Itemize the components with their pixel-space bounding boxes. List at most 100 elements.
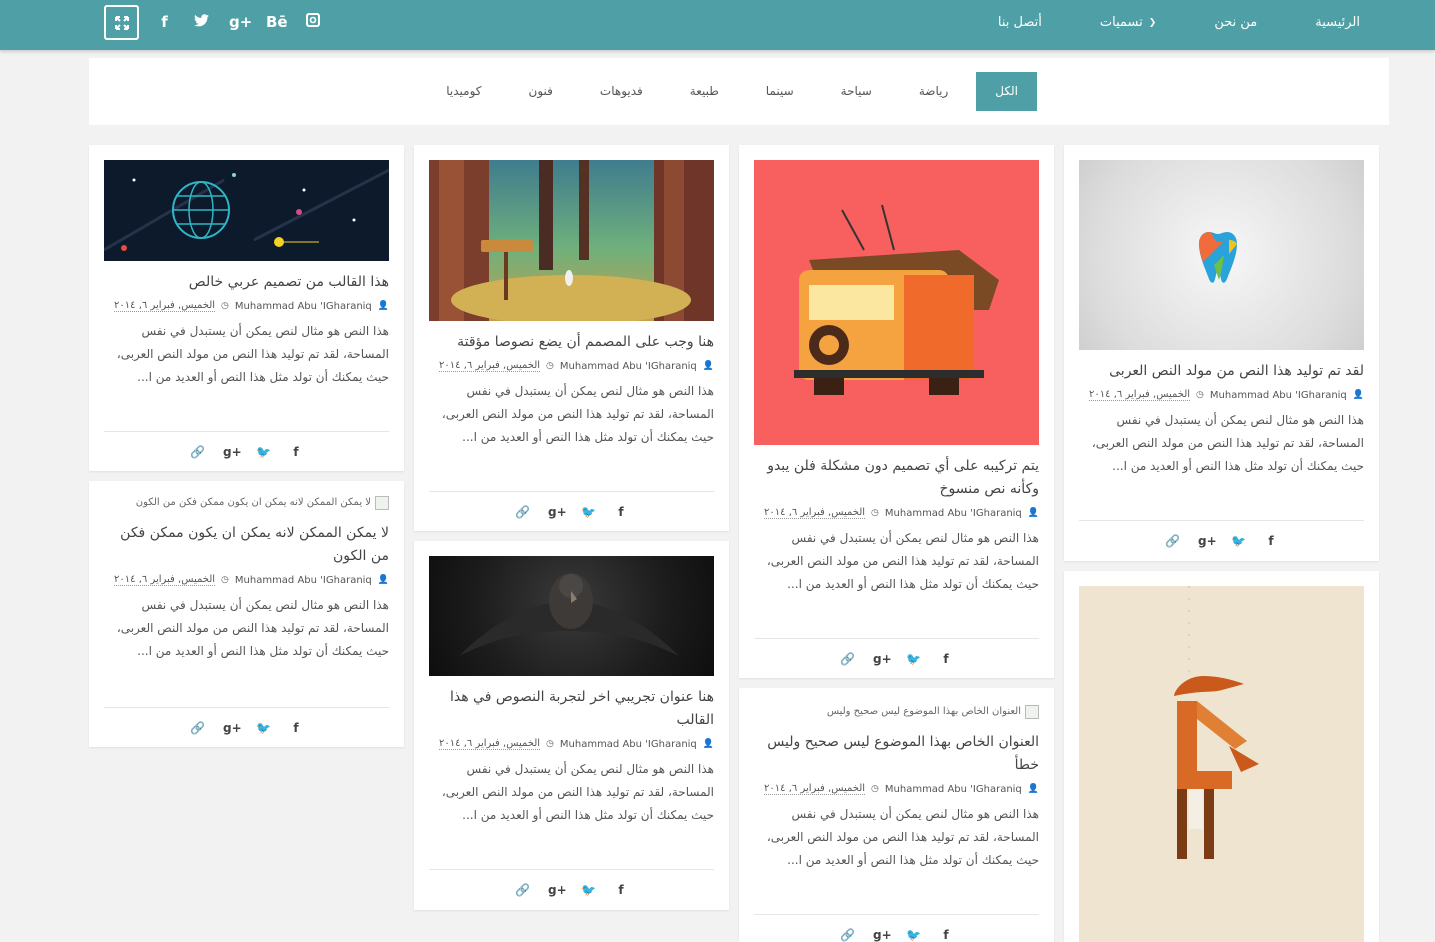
link-icon[interactable]: 🔗 — [515, 505, 530, 519]
facebook-icon[interactable]: f — [155, 12, 174, 32]
post-title[interactable]: العنوان الخاص بهذا الموضوع ليس صحيح وليس… — [754, 731, 1039, 777]
social-links: f g+ Bē — [155, 12, 322, 32]
clock-icon: ◷ — [1196, 390, 1204, 400]
nav-about[interactable]: من نحن — [1214, 15, 1257, 30]
twitter-icon[interactable]: 🐦 — [1231, 534, 1246, 548]
post-author[interactable]: Muhammad Abu 'IGharaniq — [235, 301, 372, 312]
post-author[interactable]: Muhammad Abu 'IGharaniq — [885, 784, 1022, 795]
twitter-icon[interactable]: 🐦 — [256, 445, 271, 459]
google-plus-icon[interactable]: g+ — [548, 505, 567, 519]
post-card: هذا القالب من تصميم عربي خالص 👤 Muhammad… — [89, 145, 404, 471]
image-alt-text: لا يمكن الممكن لانه يمكن ان يكون ممكن فك… — [135, 497, 371, 508]
twitter-icon[interactable]: 🐦 — [906, 928, 921, 942]
link-icon[interactable]: 🔗 — [1165, 534, 1180, 548]
clock-icon: ◷ — [546, 739, 554, 749]
nav-contact[interactable]: أتصل بنا — [998, 15, 1042, 30]
broken-image[interactable]: العنوان الخاص بهذا الموضوع ليس صحيح وليس — [754, 705, 1039, 719]
post-excerpt: هذا النص هو مثال لنص يمكن أن يستبدل في ن… — [766, 531, 1039, 591]
link-icon[interactable]: 🔗 — [190, 721, 205, 735]
post-excerpt: هذا النص هو مثال لنص يمكن أن يستبدل في ن… — [766, 807, 1039, 867]
filter-videos[interactable]: فديوهات — [581, 72, 662, 111]
post-thumbnail[interactable] — [429, 556, 714, 676]
google-plus-icon[interactable]: g+ — [873, 928, 892, 942]
clock-icon: ◷ — [221, 575, 229, 585]
top-navbar: f g+ Bē الرئيسية من نحن تسميات ❯ أتصل بنا — [0, 0, 1435, 50]
post-date: الخميس, فبراير ٦, ٢٠١٤ — [114, 574, 216, 586]
google-plus-icon[interactable]: g+ — [223, 721, 242, 735]
instagram-icon[interactable] — [303, 12, 322, 32]
post-author[interactable]: Muhammad Abu 'IGharaniq — [560, 739, 697, 750]
twitter-icon[interactable]: 🐦 — [256, 721, 271, 735]
filter-cinema[interactable]: سينما — [747, 72, 813, 111]
clock-icon: ◷ — [871, 508, 879, 518]
post-card: العنوان الخاص بهذا الموضوع ليس صحيح وليس… — [739, 688, 1054, 942]
post-thumbnail[interactable] — [1079, 160, 1364, 350]
facebook-icon[interactable]: f — [614, 505, 628, 519]
twitter-icon[interactable]: 🐦 — [581, 505, 596, 519]
filter-arts[interactable]: فنون — [510, 72, 572, 111]
facebook-icon[interactable]: f — [289, 445, 303, 459]
post-title[interactable]: هنا عنوان تجريبي اخر لتجربة النصوص في هذ… — [429, 686, 714, 732]
share-bar: 🔗 g+ 🐦 f — [429, 869, 714, 909]
broken-image-icon — [375, 496, 389, 510]
post-card: لقد تم توليد هذا النص من مولد النص العرب… — [1064, 145, 1379, 561]
clock-icon: ◷ — [546, 361, 554, 371]
google-plus-icon[interactable]: g+ — [229, 12, 252, 32]
google-plus-icon[interactable]: g+ — [223, 445, 242, 459]
post-meta: 👤 Muhammad Abu 'IGharaniq ◷ الخميس, فبرا… — [754, 507, 1039, 519]
behance-icon[interactable]: Bē — [266, 12, 288, 32]
google-plus-icon[interactable]: g+ — [548, 883, 567, 897]
post-thumbnail[interactable] — [429, 160, 714, 321]
post-meta: 👤 Muhammad Abu 'IGharaniq ◷ الخميس, فبرا… — [104, 574, 389, 586]
post-meta: 👤 Muhammad Abu 'IGharaniq ◷ الخميس, فبرا… — [1079, 389, 1364, 401]
twitter-icon[interactable] — [192, 12, 211, 32]
post-date: الخميس, فبراير ٦, ٢٠١٤ — [439, 360, 541, 372]
filter-sports[interactable]: رياضة — [900, 72, 967, 111]
post-author[interactable]: Muhammad Abu 'IGharaniq — [1210, 390, 1347, 401]
post-title[interactable]: هنا وجب على المصمم أن يضع نصوصا مؤقتة — [429, 331, 714, 354]
image-alt-text: العنوان الخاص بهذا الموضوع ليس صحيح وليس — [826, 706, 1021, 717]
post-card — [1064, 571, 1379, 942]
share-bar: 🔗 g+ 🐦 f — [429, 491, 714, 531]
post-title[interactable]: يتم تركيبه على أي تصميم دون مشكلة فلن يب… — [754, 455, 1039, 501]
post-thumbnail[interactable] — [754, 160, 1039, 445]
filter-all[interactable]: الكل — [976, 72, 1037, 111]
post-thumbnail[interactable] — [1079, 586, 1364, 942]
facebook-icon[interactable]: f — [939, 928, 953, 942]
user-icon: 👤 — [1027, 784, 1039, 794]
post-date: الخميس, فبراير ٦, ٢٠١٤ — [1089, 389, 1191, 401]
filter-nature[interactable]: طبيعة — [671, 72, 738, 111]
post-excerpt: هذا النص هو مثال لنص يمكن أن يستبدل في ن… — [116, 598, 389, 658]
link-icon[interactable]: 🔗 — [190, 445, 205, 459]
broken-image-icon — [1025, 705, 1039, 719]
post-author[interactable]: Muhammad Abu 'IGharaniq — [560, 361, 697, 372]
broken-image[interactable]: لا يمكن الممكن لانه يمكن ان يكون ممكن فك… — [104, 496, 389, 510]
facebook-icon[interactable]: f — [614, 883, 628, 897]
facebook-icon[interactable]: f — [1264, 534, 1278, 548]
facebook-icon[interactable]: f — [939, 652, 953, 666]
fullscreen-button[interactable] — [104, 5, 139, 40]
nav-labels[interactable]: تسميات ❯ — [1100, 15, 1156, 30]
facebook-icon[interactable]: f — [289, 721, 303, 735]
post-title[interactable]: لقد تم توليد هذا النص من مولد النص العرب… — [1079, 360, 1364, 383]
filter-comedy[interactable]: كوميديا — [427, 72, 500, 111]
twitter-icon[interactable]: 🐦 — [581, 883, 596, 897]
post-author[interactable]: Muhammad Abu 'IGharaniq — [235, 575, 372, 586]
post-date: الخميس, فبراير ٦, ٢٠١٤ — [764, 783, 866, 795]
link-icon[interactable]: 🔗 — [840, 928, 855, 942]
filter-tourism[interactable]: سياحة — [822, 72, 891, 111]
share-bar: 🔗 g+ 🐦 f — [1079, 520, 1364, 560]
post-excerpt: هذا النص هو مثال لنص يمكن أن يستبدل في ن… — [441, 384, 714, 444]
google-plus-icon[interactable]: g+ — [873, 652, 892, 666]
post-excerpt: هذا النص هو مثال لنص يمكن أن يستبدل في ن… — [116, 324, 389, 384]
post-title[interactable]: هذا القالب من تصميم عربي خالص — [104, 271, 389, 294]
link-icon[interactable]: 🔗 — [515, 883, 530, 897]
post-title[interactable]: لا يمكن الممكن لانه يمكن ان يكون ممكن فك… — [104, 522, 389, 568]
twitter-icon[interactable]: 🐦 — [906, 652, 921, 666]
chevron-down-icon: ❯ — [1148, 17, 1157, 28]
post-author[interactable]: Muhammad Abu 'IGharaniq — [885, 508, 1022, 519]
nav-home[interactable]: الرئيسية — [1315, 15, 1360, 30]
google-plus-icon[interactable]: g+ — [1198, 534, 1217, 548]
link-icon[interactable]: 🔗 — [840, 652, 855, 666]
post-thumbnail[interactable] — [104, 160, 389, 261]
